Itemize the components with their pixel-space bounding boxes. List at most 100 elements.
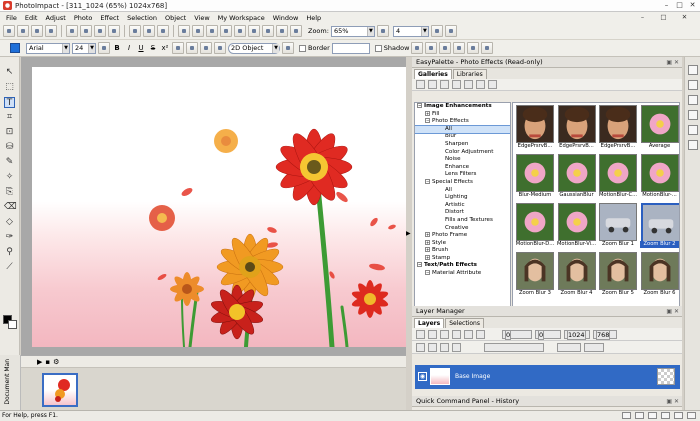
background-color[interactable] [8,320,17,329]
help-icon[interactable] [444,25,457,37]
layer-delete-icon[interactable] [428,342,437,352]
menu-photo[interactable]: Photo [74,14,93,22]
eyedropper-tool-icon[interactable]: ⟋ [4,262,15,273]
fill-tool-icon[interactable]: ⛁ [4,142,15,153]
border-checkbox[interactable] [299,44,306,52]
effect-thumbnail[interactable]: Zoom Blur 2 [639,203,679,251]
tree-item[interactable]: Creative [415,225,510,233]
tree-item[interactable]: All [415,124,510,135]
chevron-down-icon[interactable]: ▼ [272,43,279,53]
expand-icon[interactable]: + [425,232,430,238]
shadow-checkbox[interactable] [374,44,382,52]
effect-thumbnail[interactable]: MotionBlur-C... [598,154,638,202]
layer-y-field[interactable]: 0 [535,329,561,340]
tree-item[interactable]: + Fill [415,110,510,119]
border-field[interactable] [331,42,370,54]
collapse-icon[interactable]: − [425,178,430,184]
close-button[interactable]: ✕ [687,1,698,10]
undo-icon[interactable] [129,25,141,37]
tree-item[interactable]: + Style [415,239,510,248]
chevron-down-icon[interactable]: ▼ [420,26,428,36]
layer-arrange-icon[interactable] [476,329,485,339]
save-icon[interactable]: ▪ [45,358,50,366]
panel-controls-icon[interactable]: ▣ ✕ [666,57,679,68]
tools-icon[interactable]: ⚙ [53,358,59,366]
tab-libraries[interactable]: Libraries [452,69,487,79]
shape-tool-icon[interactable]: ◇ [4,217,15,228]
collapse-icon[interactable]: − [417,103,422,108]
print-icon[interactable] [45,25,57,37]
mail-icon[interactable] [220,25,232,37]
layer-merge-icon[interactable] [452,329,461,339]
cut-icon[interactable] [66,25,78,37]
guide-icon[interactable] [276,25,288,37]
effect-thumbnail[interactable]: EdgePrsrvB... [515,105,555,153]
panel-controls-icon[interactable]: ▣ ✕ [666,306,679,317]
expand-icon[interactable]: + [425,239,430,245]
percent-select[interactable]: 4 ▼ [392,25,429,37]
menu-effect[interactable]: Effect [100,14,119,22]
menu-selection[interactable]: Selection [127,14,157,22]
opacity-field[interactable] [557,342,581,352]
maximize-button[interactable]: □ [674,1,685,10]
tree-item[interactable]: − Photo Effects [415,118,510,126]
effect-thumbnail[interactable]: Zoom Blur 4 [557,252,597,300]
menu-object[interactable]: Object [165,14,186,22]
layer-width-field[interactable]: 1024 [564,329,590,340]
new-icon[interactable] [3,25,15,37]
tree-item[interactable]: − Image Enhancements [415,103,510,111]
copy-icon[interactable] [80,25,92,37]
clone-tool-icon[interactable]: ⎘ [4,187,15,198]
open-icon[interactable] [17,25,29,37]
align-left-icon[interactable] [172,42,184,54]
zoom-in-icon[interactable] [376,25,389,37]
align-center-icon[interactable] [186,42,198,54]
search-icon[interactable] [476,80,485,89]
tree-item[interactable]: Lens Filters [415,171,510,179]
paste-icon[interactable] [94,25,106,37]
gallery-view-icon[interactable] [428,80,437,89]
tree-item[interactable]: All [415,187,510,195]
doc-minimize-button[interactable]: – [637,13,648,22]
layer-property-icon[interactable] [452,342,461,352]
font-select[interactable]: Arial ▼ [26,42,70,54]
tree-item[interactable]: Noise [415,156,510,164]
layer-height-field[interactable]: 768 [593,329,617,340]
delete-icon[interactable] [108,25,120,37]
effect-thumbnail[interactable]: Average [640,105,680,153]
align-right-icon[interactable] [200,42,212,54]
web-icon[interactable] [206,25,218,37]
layer-align-icon[interactable] [464,329,473,339]
info-dock-icon[interactable] [688,140,698,150]
material-icon[interactable] [282,42,294,54]
tree-item[interactable]: − Text/Path Effects [415,262,510,270]
layer-copy-icon[interactable] [428,329,437,339]
menu-edit[interactable]: Edit [25,14,38,22]
tree-item[interactable]: − Material Attribute [415,270,510,278]
effect-thumbnail[interactable]: MotionBlur-Vi... [557,203,597,251]
expand-icon[interactable]: + [425,254,430,260]
navigator-dock-icon[interactable] [688,110,698,120]
transform-tool-icon[interactable]: ⊡ [4,127,15,138]
chevron-down-icon[interactable]: ▼ [62,43,69,53]
doc-maximize-button[interactable]: □ [658,13,669,22]
text-tool-icon[interactable]: T [4,97,15,108]
layer-new-icon[interactable] [416,329,425,339]
path-tool-icon[interactable]: ✑ [4,232,15,243]
tab-selections[interactable]: Selections [445,318,484,328]
chevron-right-icon[interactable]: ▶ [406,230,411,237]
redo-icon[interactable] [143,25,155,37]
stop-icon[interactable] [430,25,443,37]
effect-thumbnail[interactable]: Zoom Blur 5 [598,252,638,300]
history-icon[interactable] [157,25,169,37]
tree-item[interactable]: Fills and Textures [415,217,510,225]
collapse-icon[interactable]: − [417,262,422,268]
tree-item[interactable]: Sharpen [415,141,510,149]
effect-thumbnail[interactable]: EdgePrsrvB... [557,105,597,153]
scan-icon[interactable] [178,25,190,37]
layer-x-field[interactable]: 0 [502,329,532,340]
tree-item[interactable]: Enhance [415,164,510,172]
easypalette-dock-icon[interactable] [688,65,698,75]
menu-help[interactable]: Help [306,14,321,22]
effect-thumbnail[interactable]: GaussianBlur [557,154,597,202]
